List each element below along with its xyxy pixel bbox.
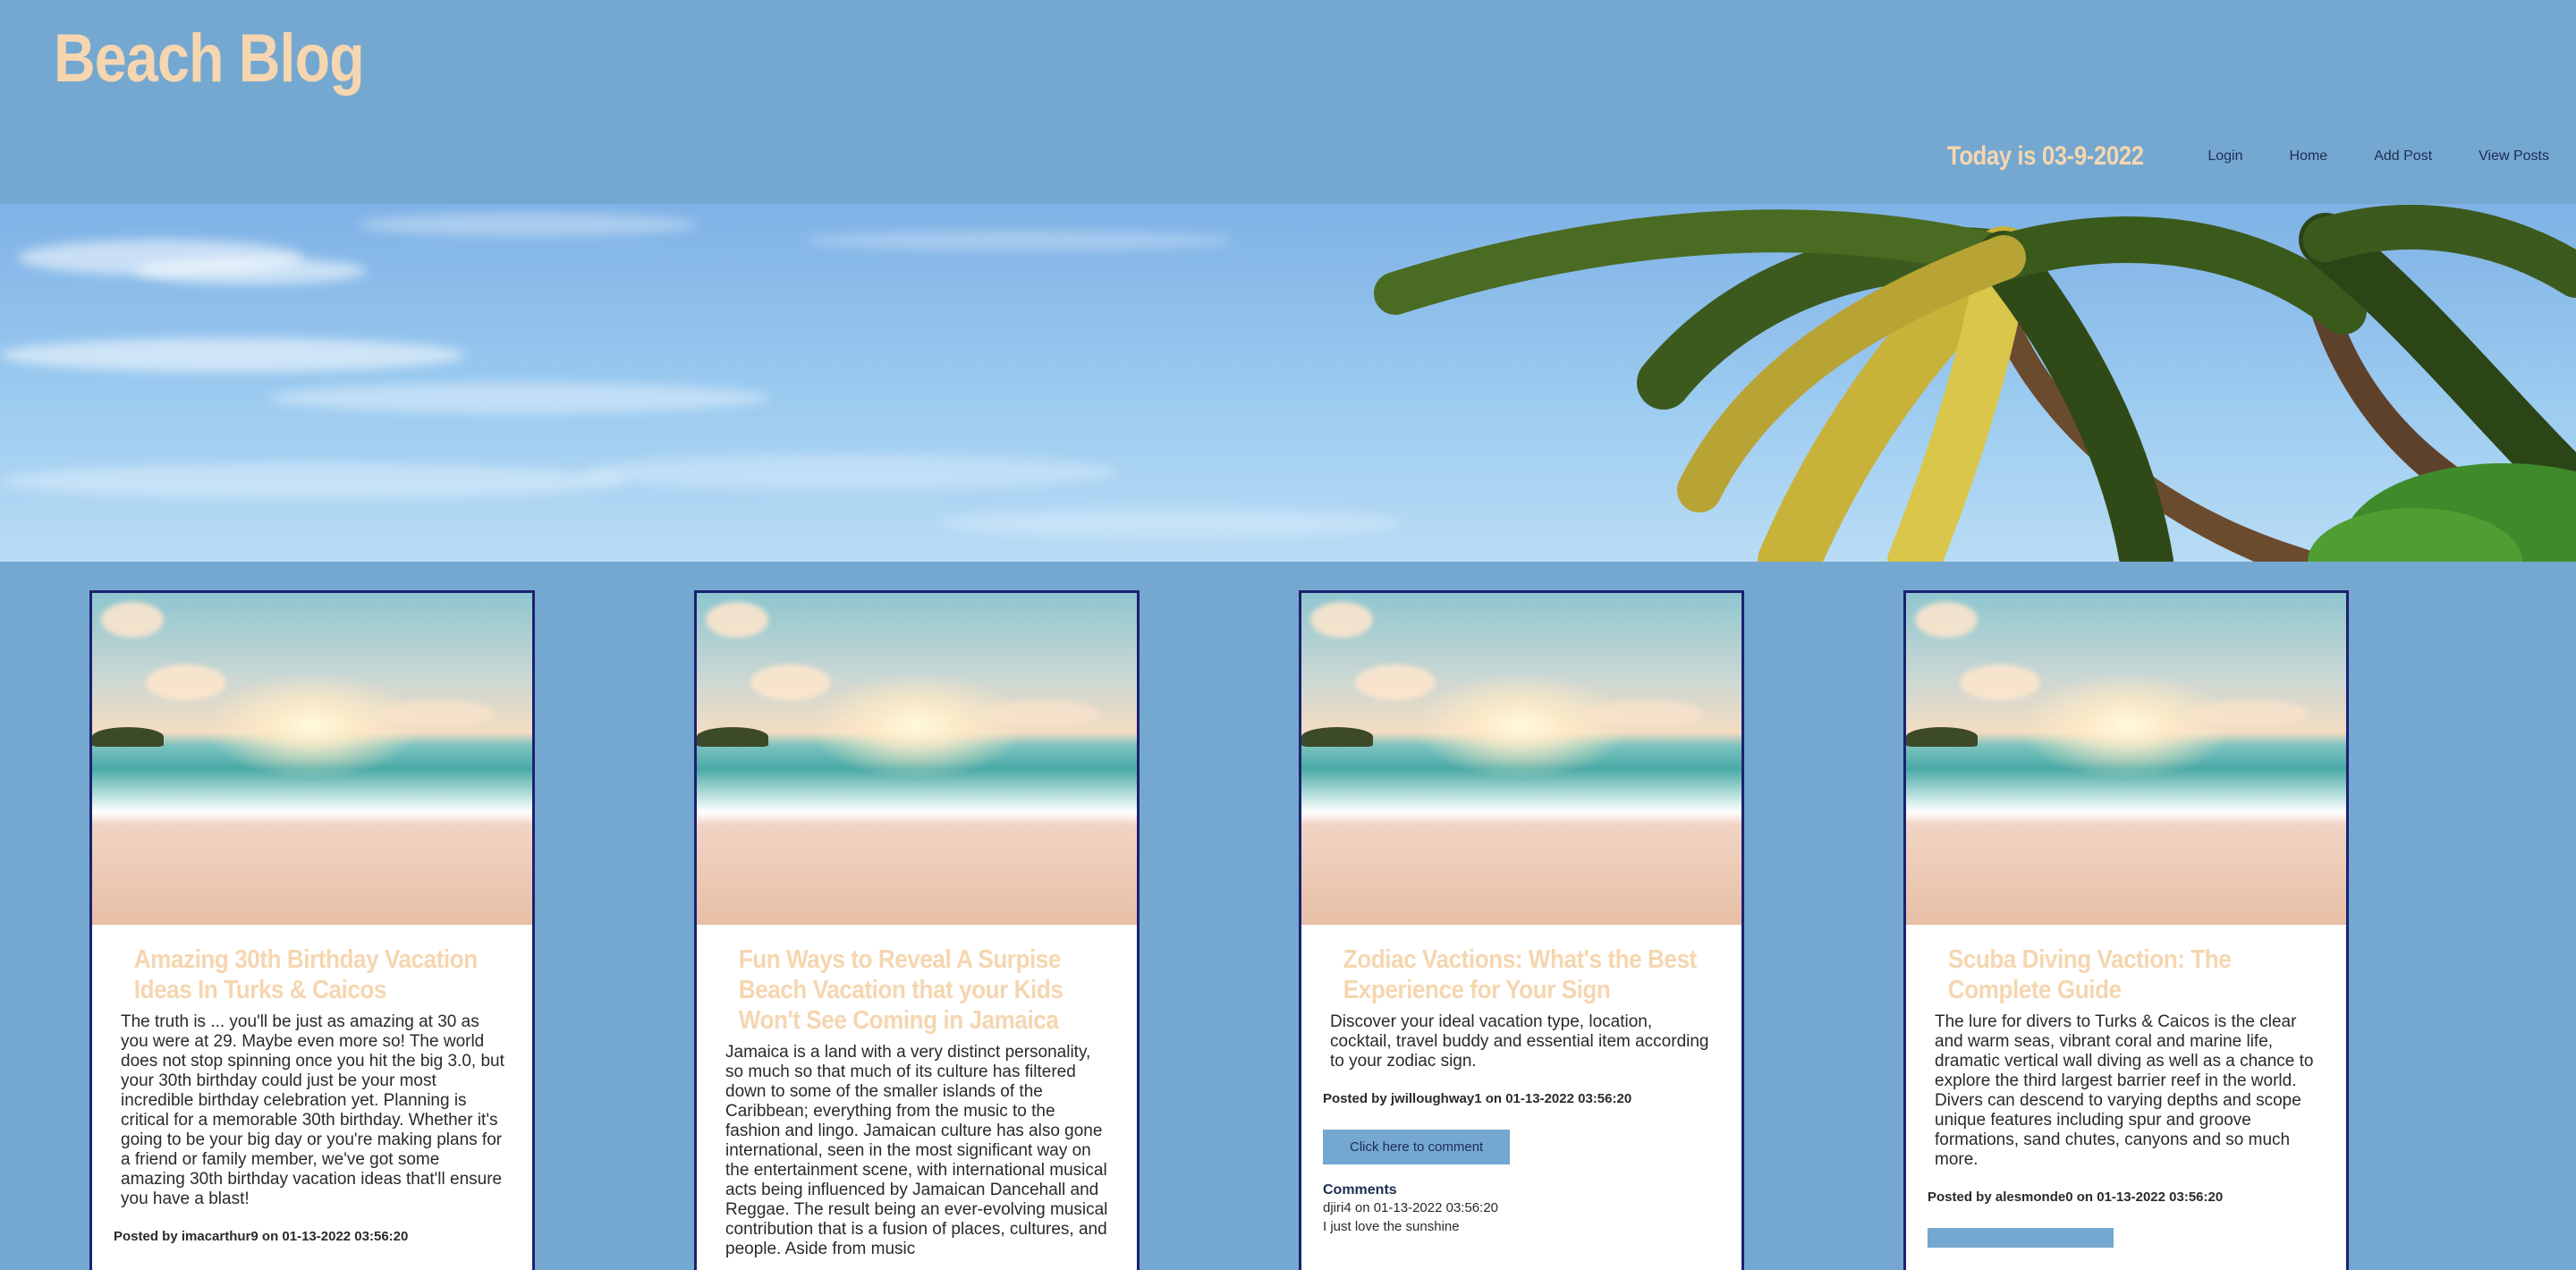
post-excerpt: The lure for divers to Turks & Caicos is… (1935, 1012, 2314, 1169)
comment-button[interactable] (1928, 1228, 2114, 1248)
today-date: Today is 03-9-2022 (1946, 141, 2144, 171)
post-author: imacarthur9 (181, 1229, 258, 1244)
nav-add-post[interactable]: Add Post (2374, 148, 2432, 165)
post-card: Zodiac Vactions: What's the Best Experie… (1299, 590, 1744, 1270)
posted-on-label: on (1485, 1091, 1503, 1106)
top-navigation: Today is 03-9-2022 Login Home Add Post V… (1915, 141, 2549, 172)
comment-text: I just love the sunshine (1323, 1219, 1460, 1234)
post-author: jwilloughway1 (1390, 1091, 1482, 1106)
post-card: Amazing 30th Birthday Vacation Ideas In … (89, 590, 535, 1270)
post-title[interactable]: Zodiac Vactions: What's the Best Experie… (1301, 925, 1741, 1005)
post-title[interactable]: Scuba Diving Vaction: The Complete Guide (1906, 925, 2345, 1005)
posted-by-label: Posted by (1323, 1091, 1387, 1106)
post-image (1301, 593, 1741, 925)
post-excerpt: Jamaica is a land with a very distinct p… (725, 1043, 1108, 1258)
comment-author: djiri4 (1323, 1200, 1352, 1215)
palm-tree-illustration (1374, 204, 2576, 562)
post-meta: Posted by jwilloughway1 on 01-13-2022 03… (1301, 1071, 1741, 1106)
post-date: 01-13-2022 03:56:20 (2097, 1190, 2224, 1205)
nav-login[interactable]: Login (2207, 148, 2242, 165)
hero-banner-image (0, 204, 2576, 562)
posted-by-label: Posted by (1928, 1190, 1992, 1205)
post-image (1906, 593, 2346, 925)
site-logo-title[interactable]: Beach Blog (54, 20, 365, 97)
comment-date: 01-13-2022 03:56:20 (1373, 1200, 1499, 1215)
comment-button[interactable]: Click here to comment (1323, 1130, 1511, 1164)
post-image (697, 593, 1137, 925)
post-title[interactable]: Amazing 30th Birthday Vacation Ideas In … (92, 925, 531, 1005)
nav-home[interactable]: Home (2290, 148, 2328, 165)
post-excerpt: The truth is ... you'll be just as amazi… (121, 1012, 504, 1208)
comments-heading: Comments (1323, 1182, 1397, 1198)
post-image (92, 593, 532, 925)
post-date: 01-13-2022 03:56:20 (282, 1229, 409, 1244)
nav-view-posts[interactable]: View Posts (2479, 148, 2549, 165)
posted-by-label: Posted by (114, 1229, 178, 1244)
post-card: Fun Ways to Reveal A Surpise Beach Vacat… (694, 590, 1140, 1270)
post-date: 01-13-2022 03:56:20 (1505, 1091, 1632, 1106)
post-excerpt: Discover your ideal vacation type, locat… (1330, 1012, 1709, 1071)
post-card: Scuba Diving Vaction: The Complete Guide… (1903, 590, 2349, 1270)
comment-meta: djiri4 on 01-13-2022 03:56:20 (1323, 1200, 1720, 1215)
comments-section: Comments djiri4 on 01-13-2022 03:56:20 I… (1301, 1164, 1741, 1234)
site-header: Beach Blog Today is 03-9-2022 Login Home… (0, 0, 2576, 204)
posted-on-label: on (261, 1229, 279, 1244)
post-meta: Posted by imacarthur9 on 01-13-2022 03:5… (92, 1209, 532, 1244)
comment-on-label: on (1354, 1200, 1370, 1215)
post-meta: Posted by alesmonde0 on 01-13-2022 03:56… (1906, 1170, 2346, 1205)
post-author: alesmonde0 (1995, 1190, 2073, 1205)
post-title[interactable]: Fun Ways to Reveal A Surpise Beach Vacat… (697, 925, 1136, 1036)
posted-on-label: on (2076, 1190, 2094, 1205)
